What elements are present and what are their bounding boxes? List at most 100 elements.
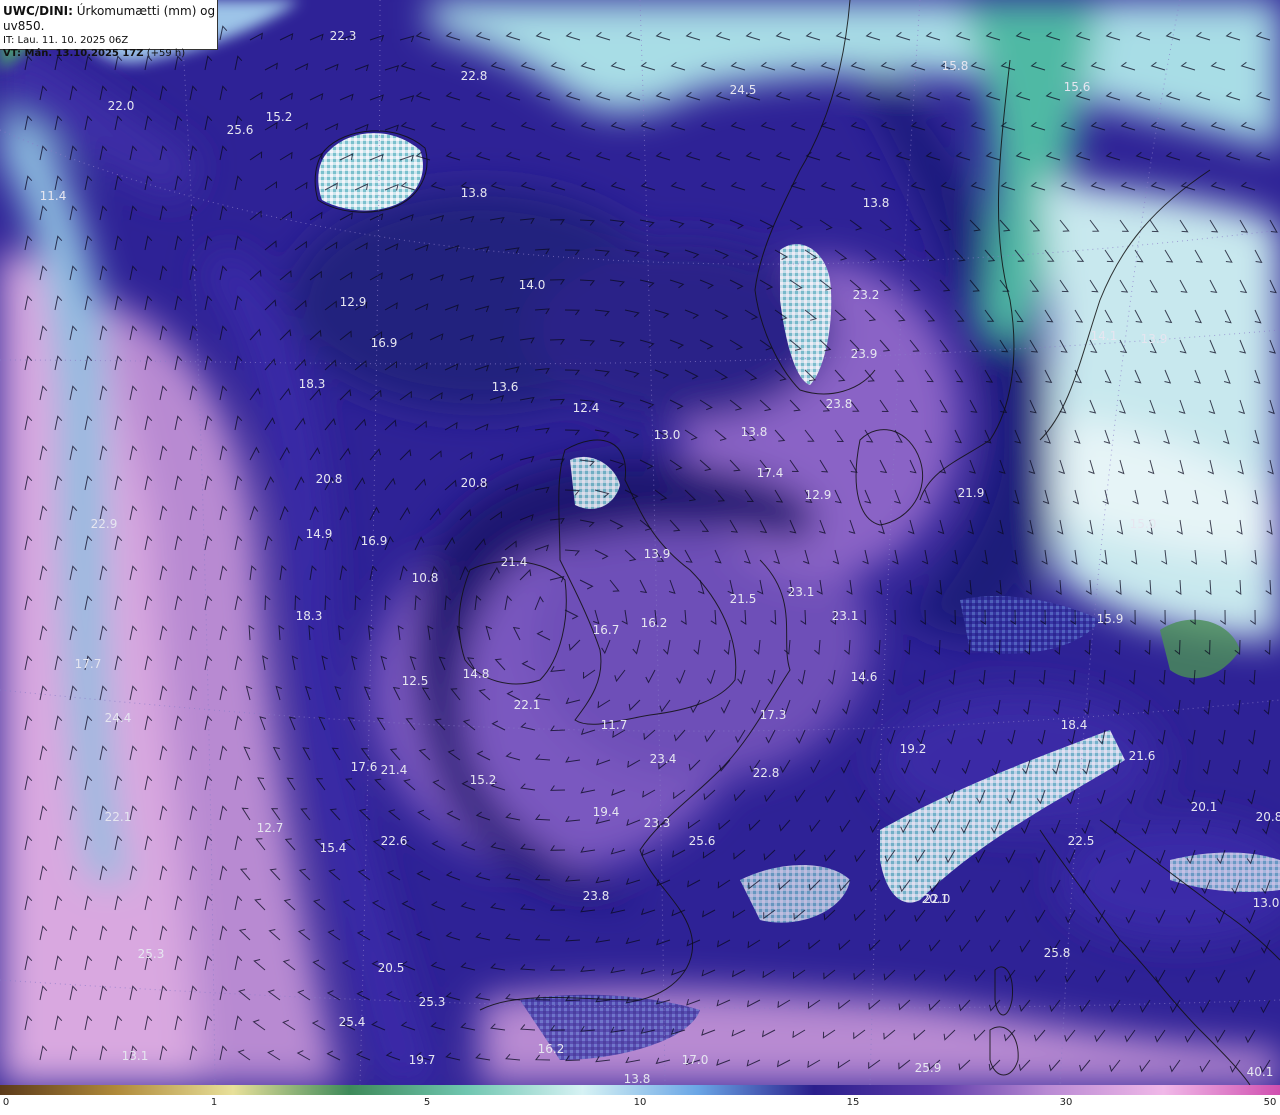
pw-value-label: 23.1 <box>788 585 815 599</box>
pw-value-label: 22.1 <box>105 810 132 824</box>
pw-value-label: 19.7 <box>409 1053 436 1067</box>
pw-value-label: 12.5 <box>402 674 429 688</box>
pw-value-label: 25.9 <box>915 1061 942 1075</box>
colorbar-tick: 30 <box>1059 1097 1073 1108</box>
pw-value-label: 25.3 <box>138 947 165 961</box>
colorbar-tick: 50 <box>1263 1097 1277 1108</box>
pw-value-label: 23.2 <box>853 288 880 302</box>
pw-value-label: 23.8 <box>826 397 853 411</box>
pw-value-label: 12.9 <box>805 488 832 502</box>
pw-value-label: 21.4 <box>501 555 528 569</box>
pw-value-label: 17.6 <box>351 760 378 774</box>
pw-value-label: 15.9 <box>1097 612 1124 626</box>
pw-value-label: 13.6 <box>492 380 519 394</box>
pw-value-label: 13.9 <box>1141 332 1168 346</box>
pw-value-label: 20.5 <box>378 961 405 975</box>
pw-value-label: 23.9 <box>851 347 878 361</box>
pw-value-label: 17.0 <box>682 1053 709 1067</box>
header-title: UWC/DINI: Úrkomumætti (mm) og uv850. <box>3 4 217 34</box>
pw-value-label: 21.9 <box>958 486 985 500</box>
map-viewer: 22.3 22.8 24.5 15.8 15.6 22.0 25.6 15.2 13.8 13.8… <box>0 0 1280 1115</box>
pw-value-label: 20.8 <box>316 472 343 486</box>
issue-label: IT: <box>3 35 15 46</box>
colorbar-tick: 1 <box>210 1097 218 1108</box>
valid-time: VT: Mán. 13.10.2025 17Z <box>3 48 144 59</box>
pw-value-label: 14.8 <box>463 667 490 681</box>
pw-value-label: 20.1 <box>1191 800 1218 814</box>
pw-value-label: 19.2 <box>900 742 927 756</box>
pw-value-label: 19.4 <box>593 805 620 819</box>
pw-value-label: 23.3 <box>644 816 671 830</box>
colorbar-tick: 5 <box>423 1097 431 1108</box>
pw-value-label: 10.8 <box>412 571 439 585</box>
pw-value-label: 22.8 <box>753 766 780 780</box>
pw-value-label: 13.1 <box>122 1049 149 1063</box>
pw-value-label: 15.2 <box>470 773 497 787</box>
pw-value-label: 20.8 <box>461 476 488 490</box>
pw-value-label: 14.6 <box>851 670 878 684</box>
pw-value-label: 22.0 <box>108 99 135 113</box>
pw-value-label: 12.7 <box>257 821 284 835</box>
pw-value-label: 15.2 <box>266 110 293 124</box>
colorbar-gradient <box>0 1085 1280 1095</box>
pw-value-label: 25.4 <box>339 1015 366 1029</box>
pw-value-label: 14.9 <box>306 527 333 541</box>
pw-value-label: 15.0 <box>1130 517 1157 531</box>
pw-value-label: 16.2 <box>641 616 668 630</box>
pw-value-label: 23.1 <box>832 609 859 623</box>
pw-value-label: 15.6 <box>1064 80 1091 94</box>
pw-value-label: 22.5 <box>1068 834 1095 848</box>
colorbar-tick: 0 <box>2 1097 10 1108</box>
pw-value-label: 21.4 <box>381 763 408 777</box>
pw-value-label: 12.4 <box>573 401 600 415</box>
pw-value-label: 14.1 <box>1091 329 1118 343</box>
pw-value-label: 15.8 <box>942 59 969 73</box>
pw-value-label: 25.8 <box>1044 946 1071 960</box>
pw-value-label: 12.9 <box>340 295 367 309</box>
pw-value-label: 21.5 <box>730 592 757 606</box>
pw-value-label: 24.5 <box>730 83 757 97</box>
pw-value-label: 16.9 <box>371 336 398 350</box>
pw-value-label: 11.4 <box>40 189 67 203</box>
map-header: UWC/DINI: Úrkomumætti (mm) og uv850. IT:… <box>0 0 218 59</box>
pw-value-label: 16.9 <box>361 534 388 548</box>
pw-value-label: 25.3 <box>419 995 446 1009</box>
pw-value-label: 22.9 <box>91 517 118 531</box>
pw-value-label: 20.8 <box>1256 810 1280 824</box>
model-name: UWC/DINI: <box>3 4 73 18</box>
pw-value-label: 13.8 <box>863 196 890 210</box>
lead-time: (+59 h) <box>143 48 186 59</box>
valid-time-row: VT: Mán. 13.10.2025 17Z (+59 h) <box>3 47 217 60</box>
pw-value-label: 13.9 <box>644 547 671 561</box>
pw-value-label: 18.3 <box>299 377 326 391</box>
colorbar: 0 1 5 10 15 30 50 <box>0 1085 1280 1115</box>
pw-value-label: 21.6 <box>1129 749 1156 763</box>
pw-value-label: 22.8 <box>461 69 488 83</box>
pw-value-label: 17.7 <box>75 657 102 671</box>
pw-value-label: 40.1 <box>1247 1065 1274 1079</box>
pw-value-label: 22.3 <box>330 29 357 43</box>
issue-time: Lau. 11. 10. 2025 06Z <box>14 35 129 46</box>
pw-value-label: 24.4 <box>105 711 132 725</box>
pw-value-label: 15.4 <box>320 841 347 855</box>
issue-time-row: IT: Lau. 11. 10. 2025 06Z <box>3 34 217 47</box>
pw-value-label: 22.1 <box>514 698 541 712</box>
pw-value-label: 25.6 <box>689 834 716 848</box>
pw-value-label: 13.0 <box>654 428 681 442</box>
colorbar-tick: 15 <box>846 1097 860 1108</box>
pw-value-label: 17.3 <box>760 708 787 722</box>
pw-value-label: 18.3 <box>296 609 323 623</box>
pw-value-label: 16.7 <box>593 623 620 637</box>
pw-value-label: 17.4 <box>757 466 784 480</box>
pw-value-label: 13.8 <box>624 1072 651 1085</box>
pw-value-label: 23.8 <box>583 889 610 903</box>
pw-value-label: 20.1 <box>922 892 949 906</box>
precipitable-water-map: 22.3 22.8 24.5 15.8 15.6 22.0 25.6 15.2 13.8 13.8… <box>0 0 1280 1085</box>
pw-value-label: 14.0 <box>519 278 546 292</box>
pw-value-label: 25.6 <box>227 123 254 137</box>
pw-value-label: 13.8 <box>741 425 768 439</box>
pw-value-label: 18.4 <box>1061 718 1088 732</box>
pw-value-label: 23.4 <box>650 752 677 766</box>
pw-value-label: 11.7 <box>601 718 628 732</box>
colorbar-tick: 10 <box>633 1097 647 1108</box>
